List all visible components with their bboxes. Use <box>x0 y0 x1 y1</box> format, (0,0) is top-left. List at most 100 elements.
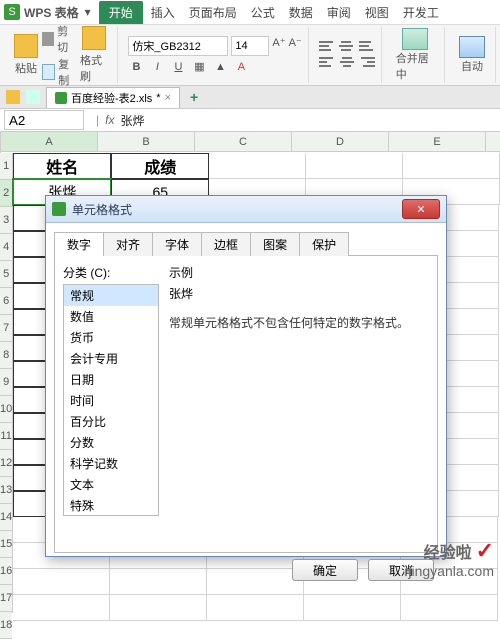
format-painter-button[interactable]: 格式刷 <box>76 26 111 84</box>
font-size-select[interactable] <box>231 36 269 56</box>
col-header-a[interactable]: A <box>1 132 98 152</box>
name-box[interactable] <box>4 110 84 130</box>
row-header-2[interactable]: 2 <box>0 180 12 207</box>
fx-icon[interactable]: fx <box>105 113 114 127</box>
row-header-16[interactable]: 16 <box>0 558 12 585</box>
category-fraction[interactable]: 分数 <box>64 432 158 453</box>
category-percentage[interactable]: 百分比 <box>64 411 158 432</box>
col-header-d[interactable]: D <box>292 132 389 152</box>
dialog-close-button[interactable]: ✕ <box>402 199 440 219</box>
border-button[interactable]: ▦ <box>191 59 207 75</box>
cell-a1[interactable]: 姓名 <box>13 153 111 179</box>
cell-c18[interactable] <box>207 595 304 621</box>
align-top-icon[interactable] <box>319 39 335 55</box>
tab-formula[interactable]: 公式 <box>251 4 275 21</box>
row-header-14[interactable]: 14 <box>0 504 12 531</box>
cell-b1[interactable]: 成绩 <box>111 153 209 179</box>
tab-page-layout[interactable]: 页面布局 <box>189 4 237 21</box>
paste-label: 粘贴 <box>15 60 37 76</box>
cell-d18[interactable] <box>304 595 401 621</box>
category-scientific[interactable]: 科学记数 <box>64 453 158 474</box>
dialog-title: 单元格格式 <box>72 201 396 218</box>
align-left-icon[interactable] <box>319 55 335 71</box>
category-list[interactable]: 常规 数值 货币 会计专用 日期 时间 百分比 分数 科学记数 文本 特殊 自定… <box>63 284 159 516</box>
cut-button[interactable]: 剪切 <box>42 23 76 55</box>
row-header-1[interactable]: 1 <box>0 153 12 180</box>
cell-a18[interactable] <box>13 595 110 621</box>
dialog-tabs: 数字 对齐 字体 边框 图案 保护 <box>54 231 438 255</box>
category-text[interactable]: 文本 <box>64 474 158 495</box>
dialog-tab-font[interactable]: 字体 <box>152 232 202 256</box>
cell-e1[interactable] <box>403 153 500 179</box>
fill-color-button[interactable]: ▲ <box>212 59 228 75</box>
doc-tab-close[interactable]: × <box>165 92 171 104</box>
dialog-tab-protect[interactable]: 保护 <box>299 232 349 256</box>
category-general[interactable]: 常规 <box>64 285 158 306</box>
tab-review[interactable]: 审阅 <box>327 4 351 21</box>
category-number[interactable]: 数值 <box>64 306 158 327</box>
tab-view[interactable]: 视图 <box>365 4 389 21</box>
ok-button[interactable]: 确定 <box>292 559 358 581</box>
merge-center-button[interactable]: 合并居中 <box>392 28 438 82</box>
col-header-f[interactable]: F <box>486 132 500 152</box>
font-color-button[interactable]: A <box>233 59 249 75</box>
row-header-12[interactable]: 12 <box>0 450 12 477</box>
underline-button[interactable]: U <box>170 59 186 75</box>
row-header-13[interactable]: 13 <box>0 477 12 504</box>
cell-e18[interactable] <box>401 595 498 621</box>
category-date[interactable]: 日期 <box>64 369 158 390</box>
wrap-text-button[interactable]: 自动 <box>455 36 489 74</box>
row-header-6[interactable]: 6 <box>0 288 12 315</box>
col-header-e[interactable]: E <box>389 132 486 152</box>
app-menu-dropdown[interactable]: ▾ <box>85 5 91 19</box>
row-header-5[interactable]: 5 <box>0 261 12 288</box>
new-tab-button[interactable]: + <box>186 89 202 105</box>
copy-button[interactable]: 复制 <box>42 56 76 88</box>
paste-button[interactable]: 粘贴 <box>10 34 42 76</box>
row-header-15[interactable]: 15 <box>0 531 12 558</box>
decrease-font-button[interactable]: A⁻ <box>289 36 302 56</box>
row-header-3[interactable]: 3 <box>0 207 12 234</box>
dialog-tab-align[interactable]: 对齐 <box>103 232 153 256</box>
col-header-b[interactable]: B <box>98 132 195 152</box>
row-header-4[interactable]: 4 <box>0 234 12 261</box>
category-special[interactable]: 特殊 <box>64 495 158 516</box>
row-header-10[interactable]: 10 <box>0 396 12 423</box>
tab-data[interactable]: 数据 <box>289 4 313 21</box>
row-header-18[interactable]: 18 <box>0 612 12 639</box>
templates-icon[interactable] <box>26 90 40 104</box>
row-header-17[interactable]: 17 <box>0 585 12 612</box>
category-time[interactable]: 时间 <box>64 390 158 411</box>
bold-button[interactable]: B <box>128 59 144 75</box>
category-currency[interactable]: 货币 <box>64 327 158 348</box>
row-header-7[interactable]: 7 <box>0 315 12 342</box>
row-header-11[interactable]: 11 <box>0 423 12 450</box>
document-tab[interactable]: 百度经验-表2.xls * × <box>46 87 180 108</box>
col-header-c[interactable]: C <box>195 132 292 152</box>
row-header-9[interactable]: 9 <box>0 369 12 396</box>
formula-value[interactable]: 张烨 <box>120 112 144 129</box>
italic-button[interactable]: I <box>149 59 165 75</box>
dialog-tab-pattern[interactable]: 图案 <box>250 232 300 256</box>
category-accounting[interactable]: 会计专用 <box>64 348 158 369</box>
cell-b18[interactable] <box>110 595 207 621</box>
home-icon[interactable] <box>6 90 20 104</box>
tab-developer[interactable]: 开发工 <box>403 4 439 21</box>
document-tabbar: 百度经验-表2.xls * × + <box>0 86 500 109</box>
dialog-tab-number[interactable]: 数字 <box>54 232 104 256</box>
cell-c1[interactable] <box>209 153 306 179</box>
app-name: WPS 表格 <box>24 4 79 21</box>
dialog-tab-border[interactable]: 边框 <box>201 232 251 256</box>
tab-start[interactable]: 开始 <box>99 1 143 24</box>
increase-font-button[interactable]: A⁺ <box>272 36 285 56</box>
align-right-icon[interactable] <box>359 55 375 71</box>
align-mid-icon[interactable] <box>339 39 355 55</box>
row-header-8[interactable]: 8 <box>0 342 12 369</box>
align-center-icon[interactable] <box>339 55 355 71</box>
font-family-select[interactable] <box>128 36 228 56</box>
cell-d1[interactable] <box>306 153 403 179</box>
dialog-titlebar[interactable]: 单元格格式 ✕ <box>46 196 446 223</box>
align-bot-icon[interactable] <box>359 39 375 55</box>
wrap-label: 自动 <box>461 58 483 74</box>
tab-insert[interactable]: 插入 <box>151 4 175 21</box>
